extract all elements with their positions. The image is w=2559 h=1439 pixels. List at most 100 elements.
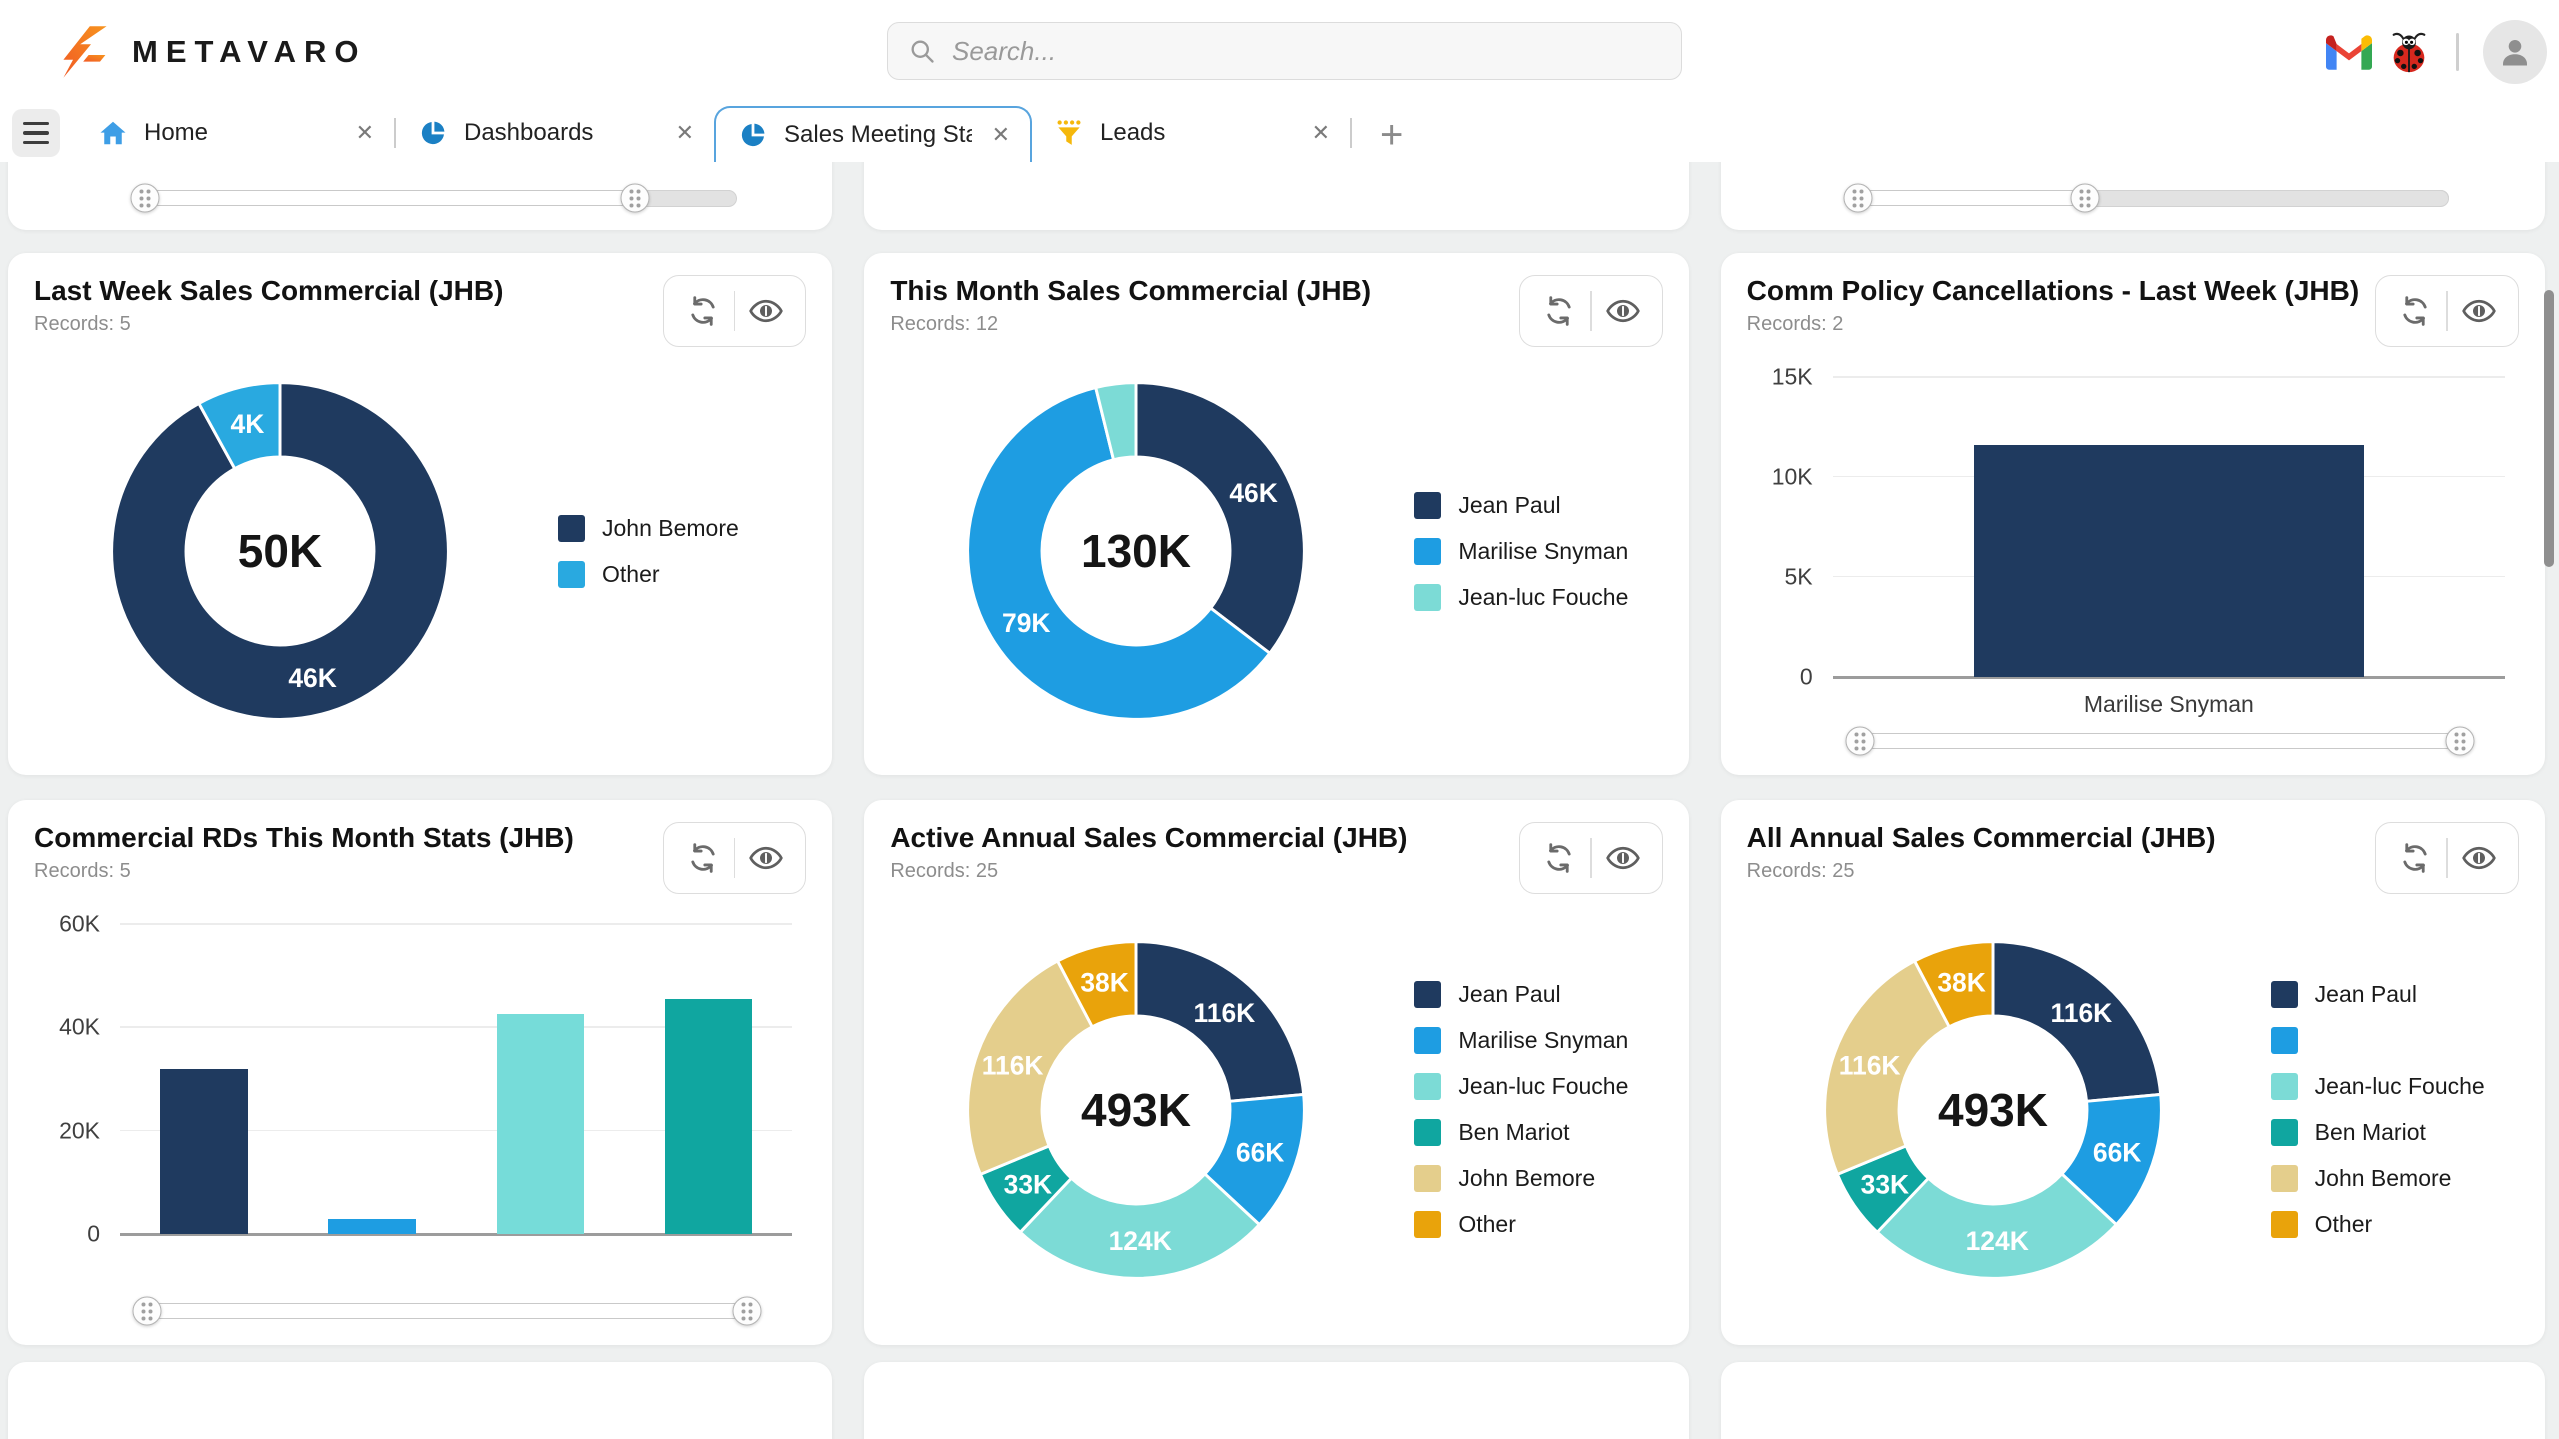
legend-label: Marilise Snyman: [1458, 538, 1628, 565]
ladybug-icon[interactable]: [2386, 29, 2432, 75]
refresh-button[interactable]: [1528, 827, 1590, 889]
y-axis-tick: 5K: [1747, 564, 1813, 591]
legend-item-marilise-snyman[interactable]: Marilise Snyman: [1414, 1027, 1628, 1054]
slider-handle-right[interactable]: [620, 184, 649, 213]
donut-chart[interactable]: 46K4K50K: [94, 365, 466, 737]
app: METAVARO: [0, 0, 2559, 1439]
legend-item-jean-paul[interactable]: Jean Paul: [1414, 981, 1628, 1008]
card-comm-policy-cancellations-last-week-jhb: Comm Policy Cancellations - Last Week (J…: [1721, 253, 2545, 775]
legend-swatch: [1414, 584, 1441, 611]
legend-item-jean-luc-fouche[interactable]: Jean-luc Fouche: [1414, 584, 1628, 611]
legend-item-other[interactable]: Other: [2271, 1211, 2485, 1238]
legend-item-jean-paul[interactable]: Jean Paul: [1414, 492, 1628, 519]
bar-series-1[interactable]: [160, 1069, 247, 1234]
dashboard-grid: Last Week Sales Commercial (JHB)Records:…: [0, 162, 2559, 1439]
bar-series-3[interactable]: [497, 1014, 584, 1234]
card-header: Last Week Sales Commercial (JHB)Records:…: [34, 275, 806, 347]
legend-item-jean-paul[interactable]: Jean Paul: [2271, 981, 2485, 1008]
tab-dashboards[interactable]: Dashboards ✕: [396, 104, 714, 162]
slider-handle-right[interactable]: [733, 1297, 762, 1326]
refresh-icon: [686, 841, 720, 875]
slider-handle-right[interactable]: [2070, 184, 2099, 213]
legend-item-ben-mariot[interactable]: Ben Mariot: [2271, 1119, 2485, 1146]
header-divider: [2456, 33, 2459, 71]
refresh-button[interactable]: [2384, 827, 2446, 889]
legend-item-john-bemore[interactable]: John Bemore: [1414, 1165, 1628, 1192]
chart-legend: Jean Paul Marilise Snyman Jean-luc Fouche: [1414, 492, 1628, 611]
legend-item-john-bemore[interactable]: John Bemore: [2271, 1165, 2485, 1192]
legend-item[interactable]: [2271, 1027, 2485, 1054]
logo-lightning-icon: [54, 25, 116, 79]
slice-label: 33K: [1004, 1169, 1052, 1199]
range-slider[interactable]: [1859, 733, 2461, 749]
refresh-button[interactable]: [672, 827, 734, 889]
close-tab-icon[interactable]: ✕: [1308, 120, 1334, 146]
donut-chart[interactable]: 116K66K124K33K116K38K493K: [1807, 924, 2179, 1296]
eye-button[interactable]: [1592, 280, 1654, 342]
eye-button[interactable]: [2448, 827, 2510, 889]
legend-label: Ben Mariot: [2315, 1119, 2426, 1146]
records-count: Records: 5: [34, 313, 503, 336]
card-header-text: Commercial RDs This Month Stats (JHB)Rec…: [34, 822, 574, 883]
card-row-top_partial: [8, 162, 2545, 230]
slider-handle-left[interactable]: [1845, 727, 1874, 756]
search-input[interactable]: [950, 35, 1661, 68]
eye-button[interactable]: [735, 280, 797, 342]
close-tab-icon[interactable]: ✕: [672, 120, 698, 146]
card-partial: [8, 1362, 832, 1439]
slider-handle-left[interactable]: [131, 184, 160, 213]
legend-item-john-bemore[interactable]: John Bemore: [558, 515, 739, 542]
new-tab-button[interactable]: +: [1374, 114, 1409, 156]
tab-sales-meeting-stat[interactable]: Sales Meeting Stat...✕: [714, 106, 1032, 162]
legend-item-marilise-snyman[interactable]: Marilise Snyman: [1414, 538, 1628, 565]
slice-label: 38K: [1081, 967, 1129, 997]
refresh-button[interactable]: [2384, 280, 2446, 342]
range-slider[interactable]: [1857, 190, 2449, 206]
donut-slice-jean-paul[interactable]: [1136, 383, 1304, 654]
y-axis-tick: 20K: [34, 1117, 100, 1144]
donut-svg: 116K66K124K33K116K38K493K: [950, 924, 1322, 1296]
refresh-button[interactable]: [1528, 280, 1590, 342]
eye-button[interactable]: [2448, 280, 2510, 342]
slider-handle-left[interactable]: [133, 1297, 162, 1326]
refresh-button[interactable]: [672, 280, 734, 342]
menu-button[interactable]: [12, 109, 60, 157]
close-tab-icon[interactable]: ✕: [988, 122, 1014, 148]
bar-marilise-snyman[interactable]: [1974, 445, 2364, 677]
legend-item-jean-luc-fouche[interactable]: Jean-luc Fouche: [2271, 1073, 2485, 1100]
bar-series-2[interactable]: [328, 1219, 415, 1235]
eye-button[interactable]: [735, 827, 797, 889]
funnel-icon: [1054, 118, 1084, 148]
close-tab-icon[interactable]: ✕: [352, 120, 378, 146]
range-slider[interactable]: [144, 190, 736, 206]
slice-label: 124K: [1109, 1226, 1172, 1256]
legend-item-jean-luc-fouche[interactable]: Jean-luc Fouche: [1414, 1073, 1628, 1100]
slider-handle-right[interactable]: [2445, 727, 2474, 756]
vertical-scrollbar[interactable]: [2544, 290, 2554, 567]
slider-handle-left[interactable]: [1843, 184, 1872, 213]
bars: [1833, 377, 2505, 677]
donut-chart[interactable]: 46K79K130K: [950, 365, 1322, 737]
eye-button[interactable]: [1592, 827, 1654, 889]
card-partial: [864, 1362, 1688, 1439]
gmail-icon[interactable]: [2326, 34, 2372, 70]
tab-leads[interactable]: Leads✕: [1032, 104, 1350, 162]
bar-series-4[interactable]: [665, 999, 752, 1234]
legend-label: Ben Mariot: [1458, 1119, 1569, 1146]
legend-item-other[interactable]: Other: [558, 561, 739, 588]
search-bar[interactable]: [887, 22, 1682, 80]
legend-item-ben-mariot[interactable]: Ben Mariot: [1414, 1119, 1628, 1146]
tab-home[interactable]: Home✕: [76, 104, 394, 162]
donut-chart[interactable]: 116K66K124K33K116K38K493K: [950, 924, 1322, 1296]
range-slider[interactable]: [146, 1303, 748, 1319]
card-title: All Annual Sales Commercial (JHB): [1747, 822, 2216, 854]
avatar[interactable]: [2483, 20, 2547, 84]
slice-label: 4K: [231, 409, 265, 439]
refresh-icon: [1542, 841, 1576, 875]
tab-label: Dashboards: [464, 119, 656, 147]
card-actions: [2375, 275, 2519, 347]
legend-swatch: [1414, 1073, 1441, 1100]
legend-label: Other: [2315, 1211, 2373, 1238]
pie-icon: [418, 118, 448, 148]
legend-item-other[interactable]: Other: [1414, 1211, 1628, 1238]
